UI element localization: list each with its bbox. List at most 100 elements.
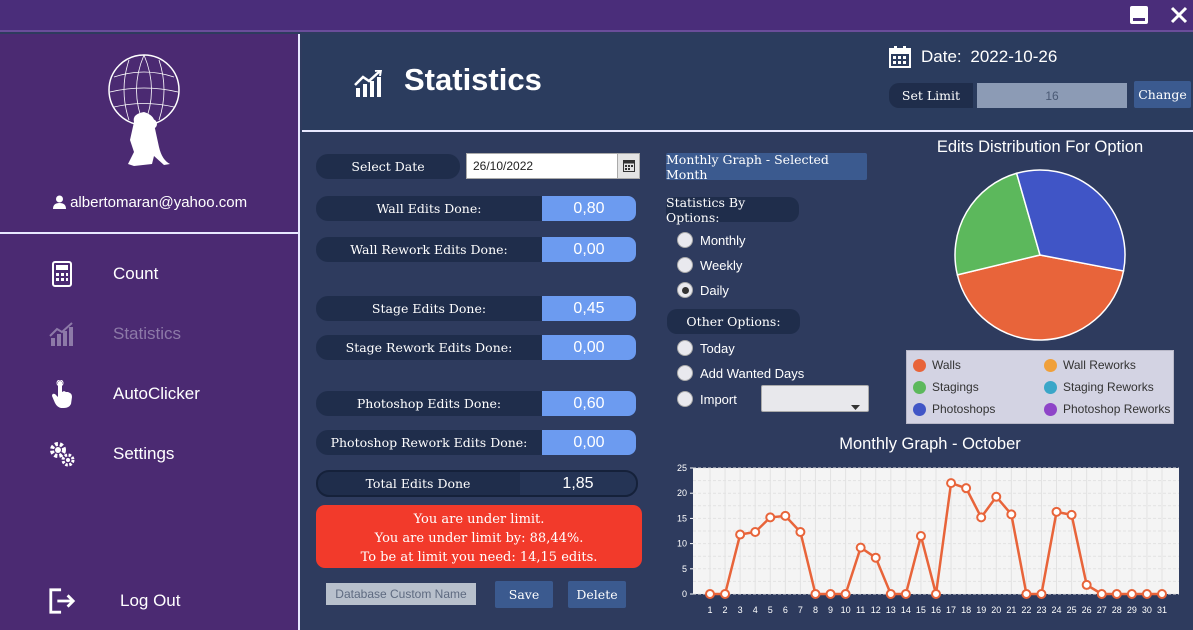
minimize-icon[interactable] (1126, 2, 1152, 28)
set-limit-label: Set Limit (889, 83, 973, 108)
x-tick-label: 21 (1006, 605, 1016, 615)
x-tick-label: 10 (841, 605, 851, 615)
sidebar-item-settings[interactable]: Settings (0, 429, 300, 479)
total-edits-label: Total Edits Done (365, 476, 471, 491)
limit-input[interactable]: 16 (977, 83, 1127, 108)
radio-import[interactable]: Import (677, 391, 737, 407)
sidebar-item-statistics[interactable]: Statistics (0, 309, 300, 359)
data-point (720, 589, 731, 599)
chart-icon (354, 68, 384, 102)
wall-rework-edits-value: 0,00 (542, 237, 636, 262)
sidebar-item-label: Count (113, 264, 159, 283)
data-point (915, 531, 926, 542)
data-point (855, 542, 866, 553)
legend-dot (1044, 380, 1057, 394)
radio-today[interactable]: Today (677, 340, 735, 356)
x-tick-label: 7 (798, 605, 803, 615)
radio-button[interactable] (677, 391, 693, 407)
y-tick-label: 20 (677, 488, 687, 498)
x-tick-label: 24 (1052, 605, 1062, 615)
radio-button[interactable] (677, 232, 693, 248)
wall-edits-value: 0,80 (542, 196, 636, 221)
x-tick-label: 13 (886, 605, 896, 615)
pie-chart (954, 169, 1126, 341)
y-tick-label: 0 (682, 589, 687, 599)
data-point (1021, 589, 1032, 599)
total-edits-value: 1,85 (520, 472, 636, 495)
radio-button[interactable] (677, 365, 693, 381)
page-header: Statistics Date: 2022-10-26 Set Limit 16… (302, 34, 1193, 132)
photoshop-rework-edits-label: Photoshop Rework Edits Done: (316, 430, 542, 455)
hand-pointer-icon (48, 380, 76, 408)
data-point (885, 589, 896, 599)
legend-dot (913, 380, 926, 394)
y-tick-label: 15 (677, 513, 687, 523)
line-chart-title: Monthly Graph - October (839, 435, 1021, 453)
data-point (735, 529, 746, 540)
database-name-input[interactable]: Database Custom Name (326, 583, 476, 605)
legend-item-stagings: Stagings (913, 380, 979, 394)
x-tick-label: 28 (1112, 605, 1122, 615)
x-tick-label: 23 (1036, 605, 1046, 615)
change-limit-button[interactable]: Change (1134, 81, 1191, 108)
date-picker[interactable]: 26/10/2022 (466, 153, 640, 179)
data-point (931, 589, 941, 599)
calendar-icon (889, 46, 911, 72)
data-point (976, 512, 987, 523)
legend-dot (1044, 402, 1057, 416)
calendar-icon[interactable] (617, 154, 639, 178)
radio-weekly[interactable]: Weekly (677, 257, 742, 273)
sidebar-item-label: AutoClicker (113, 384, 200, 403)
stage-edits-label: Stage Edits Done: (316, 296, 542, 321)
x-tick-label: 14 (901, 605, 911, 615)
radio-daily[interactable]: Daily (677, 282, 729, 298)
logout-label: Log Out (120, 591, 181, 610)
legend-item-wall-reworks: Wall Reworks (1044, 358, 1136, 372)
x-tick-label: 31 (1157, 605, 1167, 615)
sidebar-item-label: Settings (113, 444, 175, 463)
total-edits-row: Total Edits Done 1,85 (316, 470, 638, 497)
radio-add-wanted-days[interactable]: Add Wanted Days (677, 365, 804, 381)
legend-dot (1044, 358, 1057, 372)
page-title: Statistics (404, 62, 542, 97)
y-tick-label: 5 (682, 564, 687, 574)
data-point (1111, 589, 1122, 599)
date-input[interactable]: 26/10/2022 (467, 159, 617, 173)
data-point (1096, 589, 1107, 599)
logout-button[interactable]: Log Out (0, 576, 300, 626)
data-point (1157, 589, 1167, 599)
pie-legend: Walls Wall Reworks Stagings Staging Rewo… (906, 350, 1174, 424)
x-tick-label: 15 (916, 605, 926, 615)
x-tick-label: 29 (1127, 605, 1137, 615)
radio-button[interactable] (677, 340, 693, 356)
close-icon[interactable] (1166, 2, 1192, 28)
sidebar-item-count[interactable]: Count (0, 249, 300, 299)
user-email: albertomaran@yahoo.com (0, 194, 300, 213)
data-point (825, 589, 836, 599)
line-chart: 05101520251 2 3 4 5 6 7 8 9 10 11 12 13 14 15 16 17 18 19 2… (677, 463, 1179, 615)
data-point (900, 589, 911, 599)
logout-icon (48, 587, 76, 615)
sidebar: albertomaran@yahoo.com Count Statistics … (0, 34, 300, 630)
save-button[interactable]: Save (495, 581, 553, 608)
monthly-graph-button[interactable]: Monthly Graph - Selected Month (666, 152, 867, 182)
x-tick-label: 18 (961, 605, 971, 615)
data-point (1036, 589, 1047, 599)
x-tick-label: 19 (976, 605, 986, 615)
data-point (795, 527, 806, 538)
sidebar-divider (0, 232, 300, 234)
data-point (1066, 509, 1077, 520)
radio-monthly[interactable]: Monthly (677, 232, 746, 248)
data-point (840, 589, 851, 599)
sidebar-item-autoclicker[interactable]: AutoClicker (0, 369, 300, 419)
import-select[interactable] (761, 385, 869, 412)
data-point (870, 552, 881, 563)
x-tick-label: 26 (1082, 605, 1092, 615)
delete-button[interactable]: Delete (568, 581, 626, 608)
x-tick-label: 6 (783, 605, 788, 615)
radio-button[interactable] (677, 257, 693, 273)
calculator-icon (48, 260, 76, 288)
data-point (780, 510, 791, 521)
data-point (1006, 509, 1017, 520)
radio-button[interactable] (677, 282, 693, 298)
